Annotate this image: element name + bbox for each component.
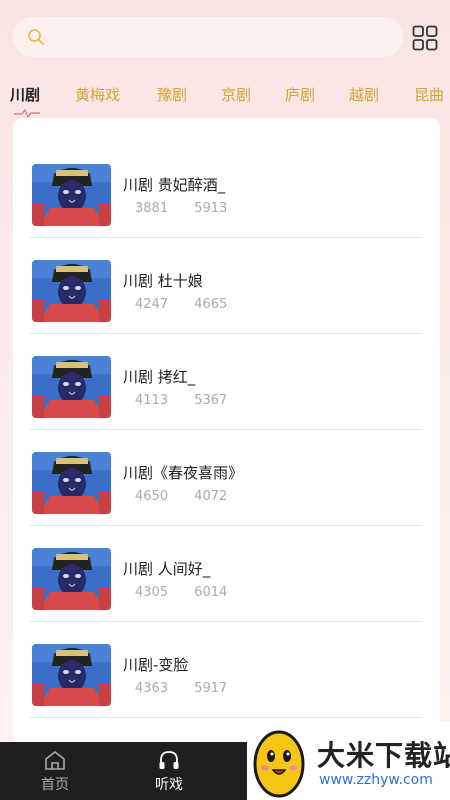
search-icon bbox=[28, 29, 44, 45]
category-tabs: 川剧 黄梅戏 豫剧 京剧 庐剧 越剧 昆曲 bbox=[0, 80, 450, 110]
item-title: 川剧 贵妃醉酒_ bbox=[123, 176, 226, 194]
watermark-title: 大米下载站 bbox=[317, 739, 450, 772]
tab-indicator bbox=[14, 108, 40, 118]
tab-yueju[interactable]: 越剧 bbox=[349, 84, 379, 105]
list-item[interactable]: 川剧 贵妃醉酒_ 3881 5913 bbox=[30, 142, 422, 238]
item-stats: 4113 5367 bbox=[135, 393, 249, 408]
home-icon bbox=[45, 750, 65, 770]
stat-count-2: 4665 bbox=[194, 297, 228, 312]
tab-luju[interactable]: 庐剧 bbox=[285, 84, 315, 105]
list-item[interactable]: 川剧-变脸 4363 5917 bbox=[30, 622, 422, 718]
watermark: 大米下载站 www.zzhyw.com bbox=[247, 722, 450, 800]
headphones-icon bbox=[159, 750, 179, 769]
stat-count-2: 6014 bbox=[194, 585, 228, 600]
stat-count-1: 4650 bbox=[135, 489, 169, 504]
item-stats: 3881 5913 bbox=[135, 201, 249, 216]
item-title: 川剧 拷红_ bbox=[123, 368, 196, 386]
nav-listen-label: 听戏 bbox=[155, 776, 183, 793]
thumbnail bbox=[32, 356, 111, 418]
stat-count-1: 4363 bbox=[135, 681, 169, 696]
stat-count-1: 4305 bbox=[135, 585, 169, 600]
tab-chuanju[interactable]: 川剧 bbox=[10, 84, 40, 105]
tab-kunqu[interactable]: 昆曲 bbox=[414, 84, 444, 105]
item-stats: 4247 4665 bbox=[135, 297, 249, 312]
thumbnail bbox=[32, 548, 111, 610]
item-title: 川剧 人间好_ bbox=[123, 560, 211, 578]
thumbnail bbox=[32, 644, 111, 706]
item-title: 川剧-变脸 bbox=[123, 656, 189, 674]
nav-home-label: 首页 bbox=[41, 776, 69, 793]
item-title: 川剧《春夜喜雨》 bbox=[123, 464, 244, 482]
stat-count-2: 5913 bbox=[194, 201, 228, 216]
stat-count-1: 3881 bbox=[135, 201, 169, 216]
list-item[interactable]: 川剧 杜十娘 4247 4665 bbox=[30, 238, 422, 334]
list-item[interactable]: 川剧《春夜喜雨》 4650 4072 bbox=[30, 430, 422, 526]
stat-count-1: 4247 bbox=[135, 297, 169, 312]
grid-icon bbox=[412, 25, 438, 51]
watermark-url: www.zzhyw.com bbox=[319, 772, 433, 788]
search-bar[interactable] bbox=[13, 17, 403, 57]
nav-listen[interactable]: 听戏 bbox=[114, 742, 224, 800]
corn-mascot-logo bbox=[253, 730, 305, 798]
item-stats: 4650 4072 bbox=[135, 489, 249, 504]
opera-list: 川剧 贵妃醉酒_ 3881 5913 川剧 杜十娘 4247 4665 川剧 拷… bbox=[13, 118, 440, 758]
grid-menu-button[interactable] bbox=[411, 24, 439, 52]
thumbnail bbox=[32, 260, 111, 322]
list-item[interactable]: 川剧 人间好_ 4305 6014 bbox=[30, 526, 422, 622]
item-stats: 4363 5917 bbox=[135, 681, 249, 696]
stat-count-2: 4072 bbox=[194, 489, 228, 504]
item-stats: 4305 6014 bbox=[135, 585, 249, 600]
stat-count-2: 5367 bbox=[194, 393, 228, 408]
thumbnail bbox=[32, 452, 111, 514]
tab-huangmeixi[interactable]: 黄梅戏 bbox=[75, 84, 120, 105]
stat-count-1: 4113 bbox=[135, 393, 169, 408]
tab-jingju[interactable]: 京剧 bbox=[221, 84, 251, 105]
thumbnail bbox=[32, 164, 111, 226]
item-title: 川剧 杜十娘 bbox=[123, 272, 203, 290]
search-input[interactable] bbox=[53, 29, 373, 45]
nav-home[interactable]: 首页 bbox=[0, 742, 110, 800]
stat-count-2: 5917 bbox=[194, 681, 228, 696]
list-item[interactable]: 川剧 拷红_ 4113 5367 bbox=[30, 334, 422, 430]
tab-yuju[interactable]: 豫剧 bbox=[157, 84, 187, 105]
